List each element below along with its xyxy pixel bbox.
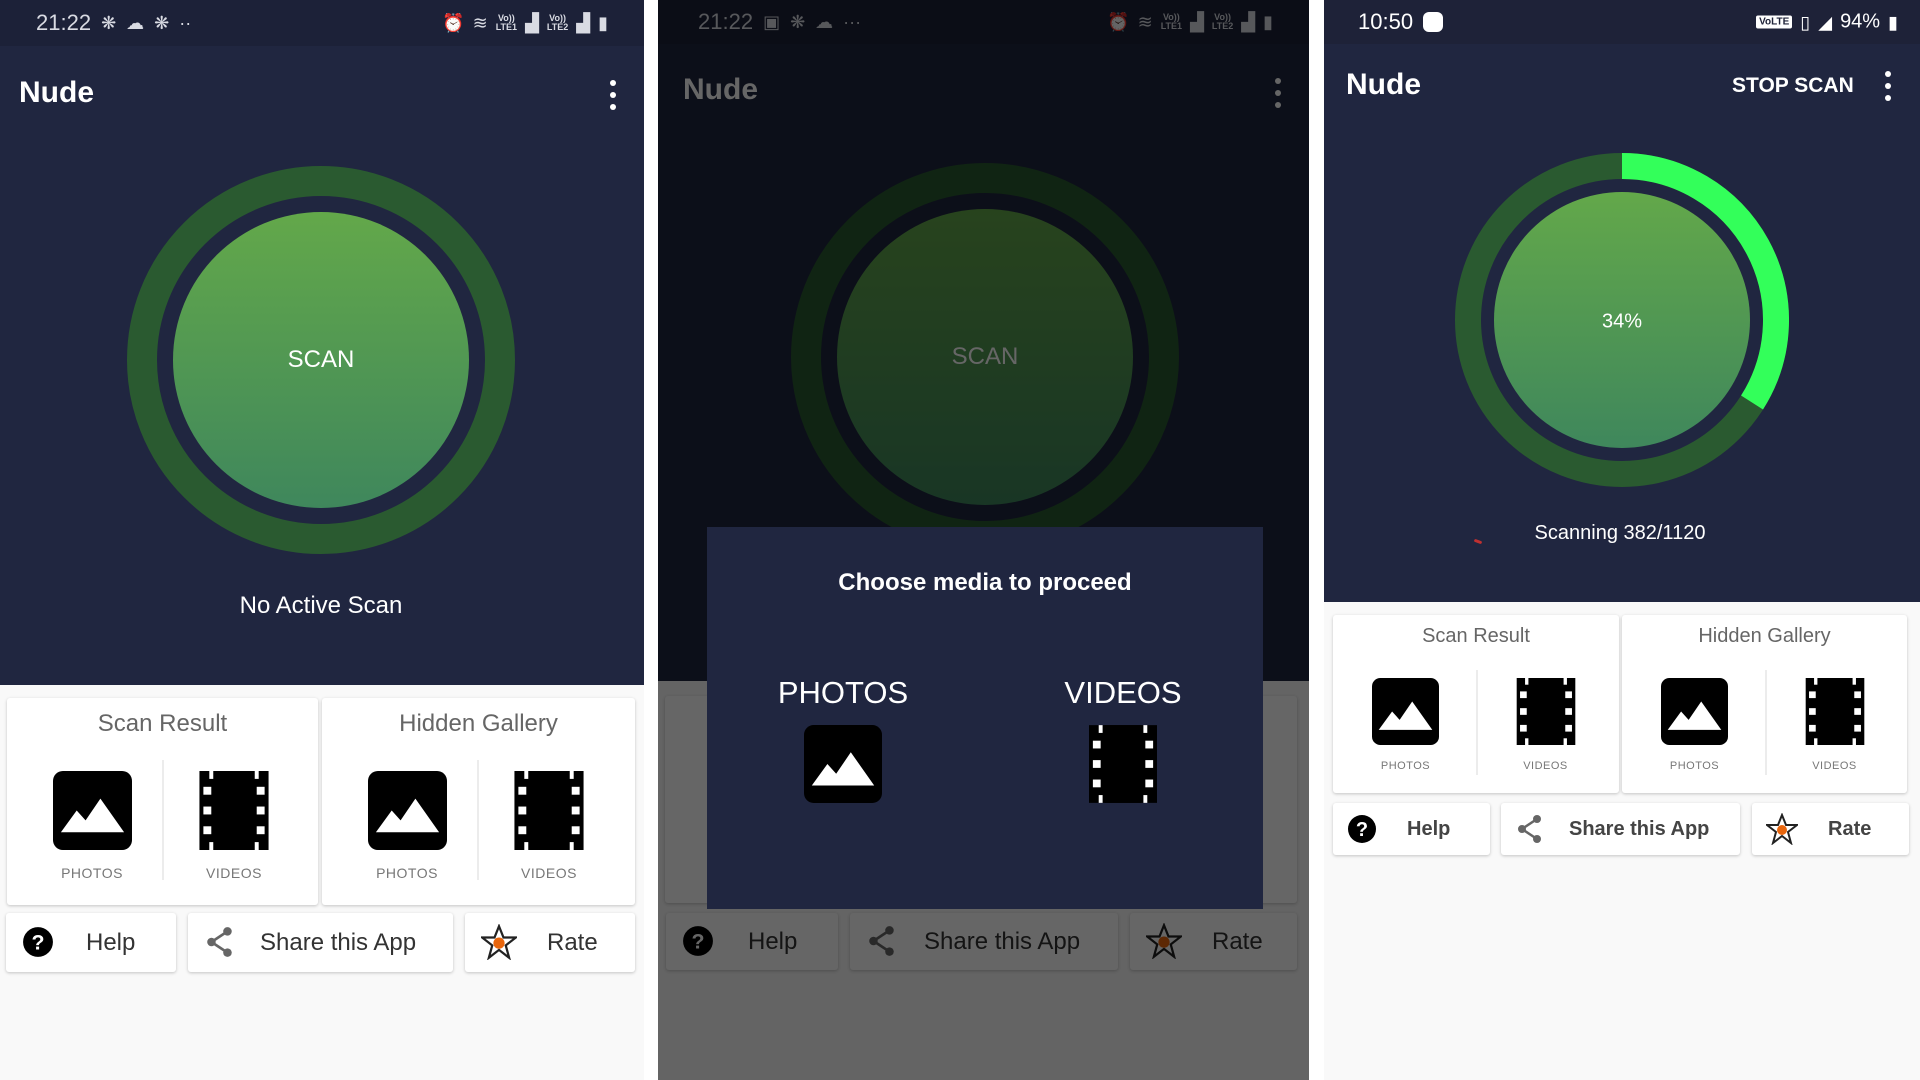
signal-icon: ▟ [576, 13, 591, 33]
film-icon [1089, 725, 1157, 803]
scan-result-videos[interactable]: VIDEOS [169, 771, 299, 891]
overflow-menu-button[interactable] [609, 80, 617, 110]
more-dots-icon: ·· [179, 13, 192, 33]
help-button[interactable]: Help [1333, 803, 1490, 855]
help-button[interactable]: Help [6, 913, 176, 972]
help-label: Help [86, 928, 136, 956]
screen-idle: 21:22 ❋ ☁ ❋ ·· ⏰ ≋ Vo)) LTE1 ▟ Vo)) LTE2 ▟… [0, 0, 644, 1080]
hidden-gallery-photos[interactable]: PHOTOS [342, 771, 472, 891]
option-label: PHOTOS [777, 675, 909, 710]
hidden-gallery-videos[interactable]: VIDEOS [1777, 678, 1892, 783]
hidden-gallery-videos[interactable]: VIDEOS [484, 771, 614, 891]
rate-label: Rate [1828, 817, 1872, 840]
scan-result-card: Scan Result PHOTOS VIDEOS [7, 698, 318, 905]
hidden-gallery-card: Hidden Gallery PHOTOS VIDEOS [322, 698, 635, 905]
share-label: Share this App [260, 928, 417, 956]
battery-percent: 94% [1840, 10, 1881, 33]
notification-square-icon [1423, 12, 1444, 32]
alarm-icon: ⏰ [442, 13, 465, 33]
share-label: Share this App [1569, 817, 1710, 840]
star-icon [481, 924, 517, 960]
image-icon [53, 771, 132, 850]
help-circle-icon [22, 926, 54, 958]
item-label: VIDEOS [1812, 760, 1857, 772]
scan-status-text: No Active Scan [239, 592, 403, 619]
item-label: PHOTOS [61, 865, 123, 881]
weather-sunrise-icon: ☁ [126, 13, 145, 33]
divider [1765, 670, 1767, 775]
rate-button[interactable]: Rate [1752, 803, 1909, 855]
film-icon [199, 771, 269, 850]
share-icon [204, 926, 236, 958]
volte-lte1-signal-icon: Vo))LTE1 [495, 13, 518, 32]
item-label: VIDEOS [1523, 760, 1568, 772]
card-title: Scan Result [1422, 625, 1530, 647]
scan-result-photos[interactable]: PHOTOS [27, 771, 157, 891]
app-title: Nude [19, 76, 94, 109]
stop-scan-button[interactable]: STOP SCAN [1732, 74, 1854, 98]
image-icon [368, 771, 447, 850]
progress-ring: 34% [1455, 153, 1789, 487]
scan-result-photos[interactable]: PHOTOS [1348, 678, 1463, 783]
dialog-option-photos[interactable]: PHOTOS [773, 675, 913, 803]
snowflake-icon: ❋ [154, 13, 170, 33]
item-label: PHOTOS [1380, 760, 1431, 772]
scan-ring: SCAN [127, 166, 515, 554]
divider [162, 760, 164, 880]
volte-lte2-signal-icon: Vo))LTE2 [546, 13, 569, 32]
item-label: PHOTOS [376, 865, 438, 881]
share-app-button[interactable]: Share this App [188, 913, 453, 972]
film-icon [514, 771, 584, 850]
status-time: 10:50 [1358, 9, 1414, 34]
image-icon [1661, 678, 1728, 745]
scan-progress-text: Scanning 382/1120 [1534, 522, 1706, 544]
card-title: Hidden Gallery [1698, 625, 1831, 647]
snowflake-icon: ❋ [101, 13, 117, 33]
film-icon [1805, 678, 1865, 745]
item-label: VIDEOS [206, 865, 262, 881]
divider [1476, 670, 1478, 775]
scan-result-card: Scan Result PHOTOS VIDEOS [1333, 615, 1619, 793]
status-time: 21:22 [36, 10, 92, 35]
progress-percent: 34% [1601, 310, 1643, 333]
help-circle-icon [1347, 814, 1377, 844]
item-label: PHOTOS [1669, 760, 1720, 772]
status-bar: 10:50 VoLTE ▯ ◢ 94% ▮ [1324, 0, 1920, 44]
rate-button[interactable]: Rate [465, 913, 635, 972]
choose-media-dialog: Choose media to proceed PHOTOS VIDEOS [707, 527, 1263, 909]
star-icon [1766, 813, 1798, 845]
option-label: VIDEOS [1064, 675, 1182, 710]
rate-label: Rate [547, 928, 598, 956]
signal-icon: ▟ [525, 13, 539, 33]
app-title: Nude [1346, 68, 1421, 101]
card-title: Hidden Gallery [399, 710, 558, 737]
status-bar: 21:22 ❋ ☁ ❋ ·· ⏰ ≋ Vo)) LTE1 ▟ Vo)) LTE2 ▟… [0, 0, 644, 46]
share-app-button[interactable]: Share this App [1501, 803, 1740, 855]
help-label: Help [1407, 817, 1451, 840]
battery-icon: ▮ [1888, 12, 1898, 32]
screen-scanning: 10:50 VoLTE ▯ ◢ 94% ▮ Nude STOP SCAN 34%… [1324, 0, 1920, 1080]
item-label: VIDEOS [521, 865, 577, 881]
wifi-icon: ≋ [472, 13, 488, 33]
volte-icon: VoLTE [1756, 15, 1793, 29]
film-icon [1516, 678, 1576, 745]
scan-result-videos[interactable]: VIDEOS [1488, 678, 1603, 783]
screen-choose-media: 21:22 ▣ ❋ ☁ ··· ⏰ ≋ Vo))LTE1 ▟ Vo))LTE2 … [658, 0, 1309, 1080]
vibrate-icon: ▯ [1800, 12, 1811, 32]
image-icon [1372, 678, 1439, 745]
battery-icon: ▮ [598, 13, 608, 33]
hidden-gallery-photos[interactable]: PHOTOS [1637, 678, 1752, 783]
image-icon [804, 725, 882, 803]
card-title: Scan Result [97, 710, 228, 737]
no-signal-icon: ◢ [1818, 12, 1833, 32]
hidden-gallery-card: Hidden Gallery PHOTOS VIDEOS [1622, 615, 1907, 793]
divider [477, 760, 479, 880]
dialog-title: Choose media to proceed [838, 569, 1132, 596]
scan-button-label[interactable]: SCAN [288, 346, 355, 374]
dialog-option-videos[interactable]: VIDEOS [1053, 675, 1193, 803]
share-icon [1515, 814, 1545, 844]
overflow-menu-button[interactable] [1884, 71, 1892, 101]
